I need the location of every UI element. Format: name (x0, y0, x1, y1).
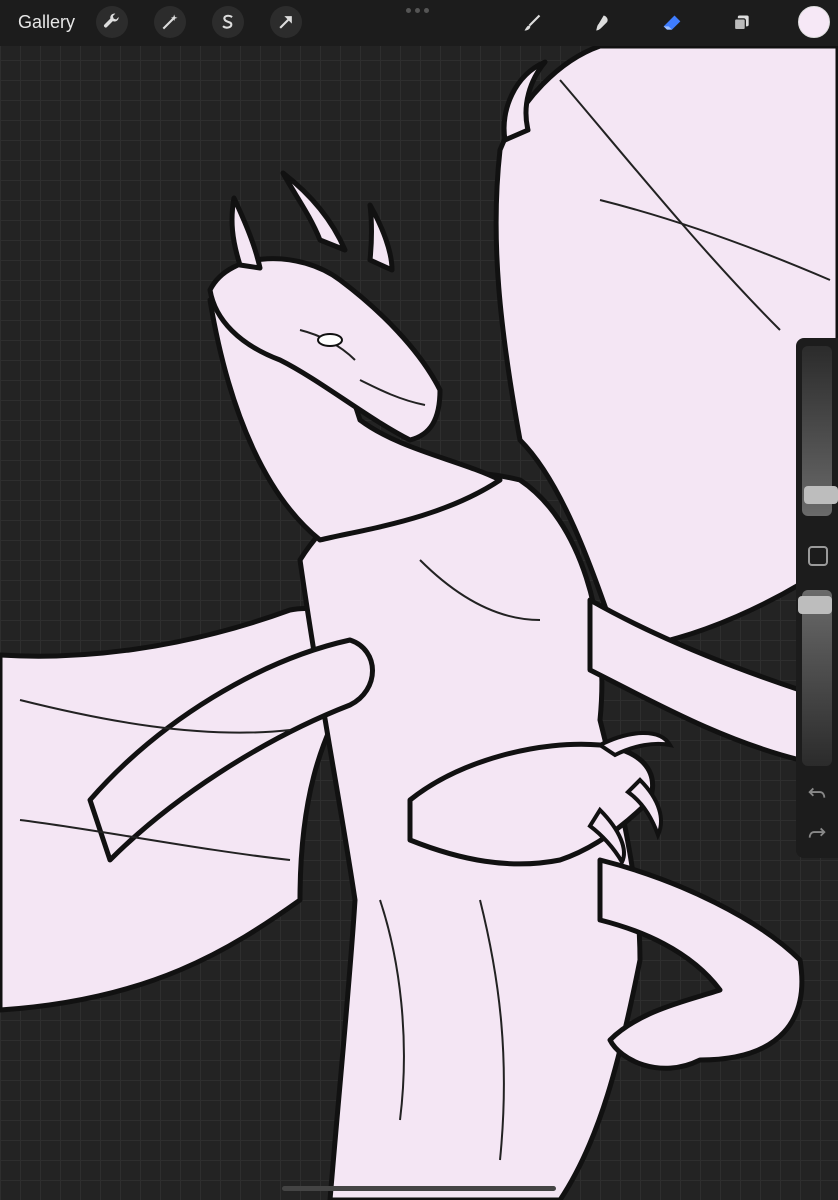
layers-icon (733, 15, 749, 31)
adjustments-button[interactable] (154, 6, 186, 38)
actions-button[interactable] (96, 6, 128, 38)
eraser-tool[interactable] (656, 7, 688, 39)
brush-size-thumb[interactable] (804, 486, 838, 504)
layers-button[interactable] (726, 7, 758, 39)
smudge-tool[interactable] (586, 7, 618, 39)
eraser-icon (663, 15, 681, 30)
modifier-square-icon[interactable] (808, 546, 828, 566)
horn-2 (229, 195, 263, 271)
wrench-icon (103, 13, 119, 28)
smudge-icon (596, 15, 608, 31)
brush-tool[interactable] (516, 7, 548, 39)
gallery-button[interactable]: Gallery (18, 12, 75, 33)
side-toolbar (796, 338, 838, 858)
dragon-line-art (0, 43, 838, 1200)
magic-wand-icon (162, 14, 178, 30)
transform-arrow-icon (279, 16, 292, 29)
opacity-slider[interactable] (802, 590, 832, 766)
selection-button[interactable] (212, 6, 244, 38)
drawing-canvas[interactable] (0, 0, 838, 1200)
opacity-thumb[interactable] (798, 596, 832, 614)
redo-icon[interactable] (806, 822, 828, 844)
selection-s-icon (222, 14, 233, 29)
claw-1 (596, 731, 674, 758)
color-swatch[interactable] (798, 6, 830, 38)
horn-3 (367, 202, 395, 273)
grabber-dots[interactable] (406, 8, 432, 14)
horn-1 (280, 170, 348, 253)
home-indicator (282, 1186, 556, 1191)
brush-icon (524, 14, 541, 31)
transform-button[interactable] (270, 6, 302, 38)
top-toolbar: Gallery (0, 0, 838, 46)
brush-size-slider[interactable] (802, 346, 838, 516)
undo-icon[interactable] (806, 782, 828, 804)
